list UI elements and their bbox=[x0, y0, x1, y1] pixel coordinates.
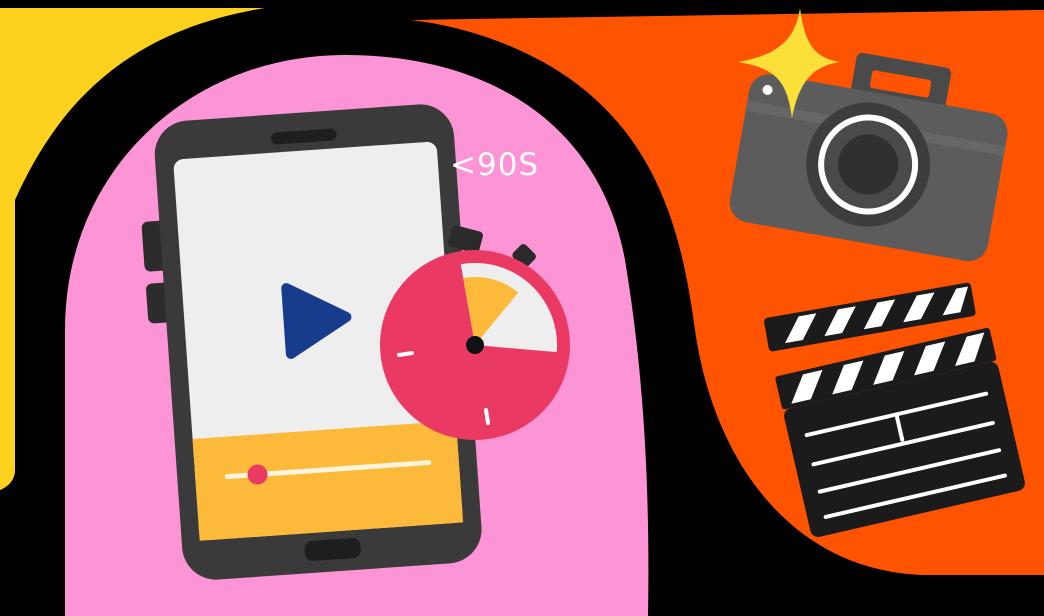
stopwatch-tick bbox=[484, 408, 490, 425]
video-player-bar bbox=[192, 420, 464, 541]
illustration-canvas bbox=[0, 0, 1044, 616]
stopwatch-center bbox=[466, 336, 484, 354]
duration-label: <90S bbox=[450, 147, 540, 183]
stopwatch-tick bbox=[397, 351, 414, 357]
phone-home-button bbox=[304, 538, 361, 561]
